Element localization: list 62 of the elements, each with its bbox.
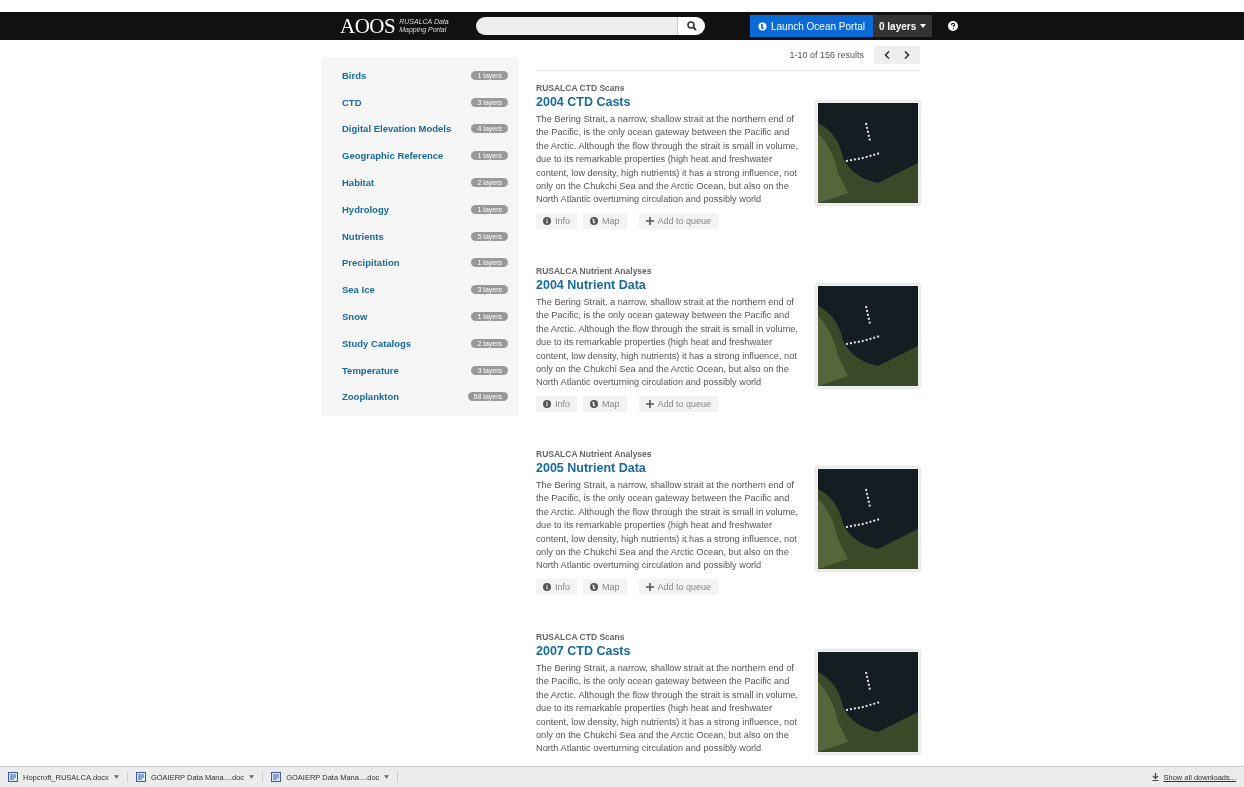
layers-dropdown[interactable]: 0 layers bbox=[872, 15, 933, 37]
search-field[interactable] bbox=[476, 17, 677, 35]
category-link[interactable]: CTD bbox=[342, 96, 362, 108]
globe-icon bbox=[590, 582, 598, 591]
dataset-source: RUSALCA CTD Scans bbox=[536, 83, 625, 93]
plus-icon bbox=[645, 216, 654, 225]
caret-icon bbox=[113, 775, 119, 779]
category-link[interactable]: Habitat bbox=[342, 177, 375, 189]
dataset-description: The Bering Strait, a narrow, shallow strait at the northern end of the Pacific, is the only ocean gateway between the Pacific and the Arctic. Although the flow through the strait is small in volume, due to its remarkable properties (high heat and freshwater content, low density, high nutrients) it has a strong influence, not only on the Chukchi Sea and the Arctic Ocean, but also on the North Atlantic overturning circulation and possibly world bbox=[536, 113, 799, 207]
action-button[interactable]: Add to queue bbox=[638, 578, 719, 595]
plus-icon bbox=[645, 582, 654, 591]
launch-portal-button[interactable]: Launch Ocean Portal bbox=[750, 15, 873, 37]
dataset-description: The Bering Strait, a narrow, shallow strait at the northern end of the Pacific, is the only ocean gateway between the Pacific and the Arctic. Although the flow through the strait is small in volume, due to its remarkable properties (high heat and freshwater content, low density, high nutrients) it has a strong influence, not only on the Chukchi Sea and the Arctic Ocean, but also on the North Atlantic overturning circulation and possibly world bbox=[536, 296, 799, 390]
dataset-title-link[interactable]: 2004 CTD Casts bbox=[536, 95, 631, 109]
next-page-icon[interactable] bbox=[904, 51, 910, 59]
action-button[interactable]: Map bbox=[583, 395, 627, 412]
dataset-source: RUSALCA Nutrient Analyses bbox=[536, 266, 652, 276]
help-icon[interactable] bbox=[948, 21, 959, 31]
category-link[interactable]: Snow bbox=[342, 311, 368, 323]
category-link[interactable]: Nutrients bbox=[342, 230, 384, 242]
search-button[interactable] bbox=[677, 17, 705, 35]
plus-icon bbox=[645, 399, 654, 408]
category-link[interactable]: Precipitation bbox=[342, 257, 400, 269]
dataset-source: RUSALCA CTD Scans bbox=[536, 632, 625, 642]
info-icon bbox=[543, 399, 551, 408]
dataset-description: The Bering Strait, a narrow, shallow strait at the northern end of the Pacific, is the only ocean gateway between the Pacific and the Arctic. Although the flow through the strait is small in volume, due to its remarkable properties (high heat and freshwater content, low density, high nutrients) it has a strong influence, not only on the Chukchi Sea and the Arctic Ocean, but also on the North Atlantic overturning circulation and possibly world bbox=[536, 479, 799, 573]
category-link[interactable]: Study Catalogs bbox=[342, 337, 412, 349]
category-link[interactable]: Hydrology bbox=[342, 203, 389, 215]
dataset-title-link[interactable]: 2007 CTD Casts bbox=[536, 644, 631, 658]
search-icon bbox=[686, 21, 697, 31]
dataset-description: The Bering Strait, a narrow, shallow strait at the northern end of the Pacific, is the only ocean gateway between the Pacific and the Arctic. Although the flow through the strait is small in volume, due to its remarkable properties (high heat and freshwater content, low density, high nutrients) it has a strong influence, not only on the Chukchi Sea and the Arctic Ocean, but also on the North Atlantic overturning circulation and possibly world bbox=[536, 662, 799, 756]
document-icon bbox=[271, 772, 282, 782]
category-link[interactable]: Zooplankton bbox=[342, 391, 399, 403]
caret-icon bbox=[920, 24, 927, 28]
document-icon bbox=[135, 772, 146, 782]
category-link[interactable]: Geographic Reference bbox=[342, 150, 444, 162]
globe-icon bbox=[758, 21, 767, 31]
globe-icon bbox=[590, 399, 598, 408]
category-link[interactable]: Sea Ice bbox=[342, 284, 375, 296]
category-link[interactable]: Digital Elevation Models bbox=[342, 123, 452, 135]
action-button[interactable]: Map bbox=[583, 212, 627, 229]
previous-page-icon[interactable] bbox=[884, 51, 890, 59]
dataset-source: RUSALCA Nutrient Analyses bbox=[536, 449, 652, 459]
action-button[interactable]: Map bbox=[583, 578, 627, 595]
dataset-title-link[interactable]: 2005 Nutrient Data bbox=[536, 461, 646, 475]
info-icon bbox=[543, 582, 551, 591]
category-link[interactable]: Temperature bbox=[342, 364, 399, 376]
action-button[interactable]: Info bbox=[536, 212, 577, 229]
results-summary: 1-10 of 156 results bbox=[789, 50, 864, 60]
document-icon bbox=[8, 772, 18, 782]
action-button[interactable]: Add to queue bbox=[638, 212, 719, 229]
info-icon bbox=[543, 216, 551, 225]
action-button[interactable]: Add to queue bbox=[638, 395, 719, 412]
category-link[interactable]: Birds bbox=[342, 69, 367, 81]
globe-icon bbox=[590, 216, 598, 225]
caret-icon bbox=[384, 775, 390, 779]
download-icon bbox=[1152, 773, 1160, 781]
logo-text[interactable]: AOOS bbox=[340, 13, 396, 39]
action-button[interactable]: Info bbox=[536, 578, 577, 595]
dataset-title-link[interactable]: 2004 Nutrient Data bbox=[536, 278, 646, 292]
action-button[interactable]: Info bbox=[536, 395, 577, 412]
caret-icon bbox=[249, 775, 255, 779]
